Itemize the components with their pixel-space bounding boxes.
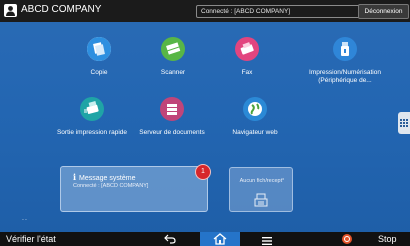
app-label: Navigateur web — [232, 129, 278, 136]
app-label: Scanner — [160, 69, 186, 76]
app-document-server[interactable]: Serveur de documents — [135, 97, 209, 137]
connection-status: Connecté : [ABCD COMPANY] — [196, 5, 382, 18]
back-button[interactable] — [164, 234, 176, 244]
app-label: Sortie impression rapide — [56, 129, 128, 136]
app-label-line2: (Périphérique de... — [318, 77, 372, 84]
receipt-status: Aucun fich/recept° — [239, 178, 285, 184]
quick-print-icon — [80, 97, 104, 121]
back-arrow-icon — [164, 234, 176, 244]
app-label: Impression/Numérisation — [309, 69, 381, 76]
home-button[interactable] — [200, 232, 240, 246]
home-icon — [213, 233, 227, 245]
grid-icon — [400, 119, 408, 127]
system-message-widget[interactable]: i Message système Connecté : [ABCD COMPAN… — [60, 166, 208, 212]
copy-icon — [87, 37, 111, 61]
info-icon: i — [73, 172, 77, 182]
received-file-icon — [254, 193, 268, 207]
scanner-icon — [161, 37, 185, 61]
widget-panel-handle[interactable] — [398, 112, 410, 134]
stop-icon[interactable] — [342, 234, 352, 244]
system-message-subtitle: Connecté : [ABCD COMPANY] — [73, 183, 149, 189]
usb-memory-icon — [333, 37, 357, 61]
app-label: Serveur de documents — [139, 129, 205, 136]
app-fax[interactable]: Fax — [222, 37, 272, 77]
stop-button[interactable]: Stop — [378, 232, 397, 246]
fax-icon — [235, 37, 259, 61]
page-indicator: .. — [22, 215, 28, 222]
bottom-bar: Vérifier l'état Stop — [0, 232, 410, 246]
home-screen: ABCD COMPANY Connecté : [ABCD COMPANY] D… — [0, 0, 410, 246]
app-label: Copie — [90, 69, 108, 76]
app-label: Fax — [241, 69, 253, 76]
app-web-browser[interactable]: Navigateur web — [218, 97, 292, 137]
system-message-title-text: Message système — [79, 175, 136, 182]
notification-badge: 1 — [195, 164, 211, 180]
app-copy[interactable]: Copie — [74, 37, 124, 77]
check-status-button[interactable]: Vérifier l'état — [6, 232, 56, 246]
user-icon[interactable] — [4, 4, 17, 17]
top-bar: ABCD COMPANY Connecté : [ABCD COMPANY] D… — [0, 0, 410, 22]
app-quick-print[interactable]: Sortie impression rapide — [48, 97, 136, 137]
document-server-icon — [160, 97, 184, 121]
app-scanner[interactable]: Scanner — [148, 37, 198, 77]
menu-button[interactable] — [262, 235, 272, 245]
globe-icon — [243, 97, 267, 121]
logout-button[interactable]: Déconnexion — [358, 4, 409, 19]
menu-icon — [262, 237, 272, 245]
system-message-title: i Message système — [73, 172, 135, 182]
app-print-scan-device[interactable]: Impression/Numérisation (Périphérique de… — [300, 37, 390, 85]
receipt-widget[interactable]: Aucun fich/recept° — [229, 167, 293, 212]
company-name: ABCD COMPANY — [21, 4, 102, 15]
